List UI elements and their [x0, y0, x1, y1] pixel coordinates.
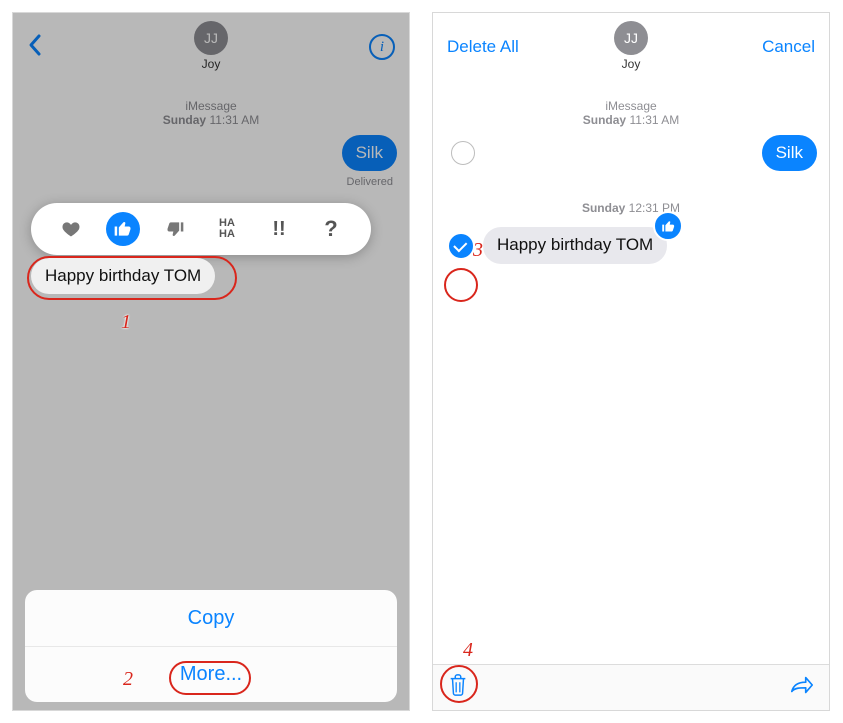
right-panel: Delete All JJ Joy Cancel iMessage Sunday…	[432, 12, 830, 711]
callout-ring-3	[444, 268, 478, 302]
tapback-question[interactable]: ?	[314, 212, 348, 246]
received-message-bubble[interactable]: Happy birthday TOM	[483, 227, 667, 263]
delete-all-button[interactable]: Delete All	[447, 37, 519, 57]
received-message-bubble[interactable]: Happy birthday TOM	[31, 258, 215, 294]
tapback-dislike[interactable]	[158, 212, 192, 246]
left-panel: JJ Joy i iMessage Sunday 11:31 AM Silk D…	[12, 12, 410, 711]
share-arrow-icon	[789, 674, 815, 696]
select-radio-unchecked[interactable]	[451, 141, 475, 165]
thumbs-up-icon	[661, 219, 676, 234]
bottom-toolbar	[433, 664, 829, 710]
thumbs-down-icon	[165, 219, 185, 239]
cancel-button[interactable]: Cancel	[762, 37, 815, 57]
received-message-row: Happy birthday TOM	[433, 225, 829, 265]
heart-icon	[61, 219, 81, 239]
sent-message-bubble[interactable]: Silk	[762, 135, 817, 171]
sent-message-row: Silk	[433, 133, 829, 173]
trash-button[interactable]	[447, 673, 469, 702]
trash-icon	[447, 673, 469, 697]
callout-number-4: 4	[463, 639, 473, 662]
select-radio-checked[interactable]	[449, 234, 473, 258]
tapback-heart[interactable]	[54, 212, 88, 246]
timestamp-header: iMessage Sunday 11:31 AM	[433, 99, 829, 127]
tapback-haha[interactable]: HAHA	[210, 212, 244, 246]
share-button[interactable]	[789, 674, 815, 701]
timestamp-midday: Sunday 12:31 PM	[433, 201, 829, 215]
tapback-like[interactable]	[106, 212, 140, 246]
action-more[interactable]: More...	[25, 646, 397, 702]
contact-name: Joy	[622, 57, 641, 71]
tapback-exclaim[interactable]: !!	[262, 212, 296, 246]
callout-number-3: 3	[473, 239, 483, 262]
contact-avatar: JJ	[614, 21, 648, 55]
tapback-menu: HAHA !! ?	[31, 203, 371, 255]
like-reaction-badge	[653, 211, 683, 241]
thumbs-up-icon	[113, 219, 133, 239]
callout-number-1: 1	[121, 311, 131, 334]
edit-header: Delete All JJ Joy Cancel	[433, 13, 829, 85]
callout-number-2: 2	[123, 668, 133, 691]
action-sheet: Copy More...	[25, 590, 397, 702]
action-copy[interactable]: Copy	[25, 590, 397, 646]
